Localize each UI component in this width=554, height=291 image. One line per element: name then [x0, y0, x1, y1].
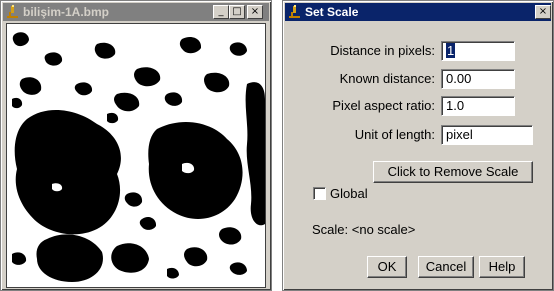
distance-label: Distance in pixels:: [330, 43, 435, 58]
unit-field[interactable]: pixel: [441, 125, 533, 145]
global-label: Global: [330, 186, 368, 201]
distance-field[interactable]: 1: [441, 41, 515, 61]
microscope-icon: [289, 5, 300, 18]
unit-label: Unit of length:: [354, 127, 435, 142]
aspect-ratio-field[interactable]: 1.0: [441, 96, 515, 116]
binary-image: [7, 24, 265, 287]
microscope-icon: [7, 5, 18, 18]
maximize-button[interactable]: □: [229, 5, 245, 19]
minimize-button[interactable]: _: [213, 5, 229, 19]
distance-value: 1: [446, 43, 456, 58]
image-canvas[interactable]: [6, 23, 266, 288]
dialog-title: Set Scale: [305, 5, 359, 19]
dialog-titlebar[interactable]: Set Scale ×: [285, 3, 551, 21]
aspect-ratio-label: Pixel aspect ratio:: [332, 98, 435, 113]
help-button[interactable]: Help: [479, 256, 525, 278]
set-scale-dialog: Set Scale × Distance in pixels: 1 Known …: [282, 0, 554, 291]
cancel-button[interactable]: Cancel: [418, 256, 474, 278]
close-button[interactable]: ×: [247, 5, 263, 19]
global-checkbox[interactable]: [313, 187, 326, 200]
image-window: bilişim-1A.bmp _ □ ×: [0, 0, 272, 291]
image-window-titlebar[interactable]: bilişim-1A.bmp _ □ ×: [3, 3, 269, 21]
remove-scale-button[interactable]: Click to Remove Scale: [373, 161, 533, 183]
scale-status: Scale: <no scale>: [312, 222, 416, 237]
ok-button[interactable]: OK: [367, 256, 407, 278]
image-window-title: bilişim-1A.bmp: [23, 5, 110, 19]
known-distance-field[interactable]: 0.00: [441, 69, 515, 89]
dialog-close-button[interactable]: ×: [535, 5, 551, 19]
known-distance-label: Known distance:: [339, 71, 435, 86]
